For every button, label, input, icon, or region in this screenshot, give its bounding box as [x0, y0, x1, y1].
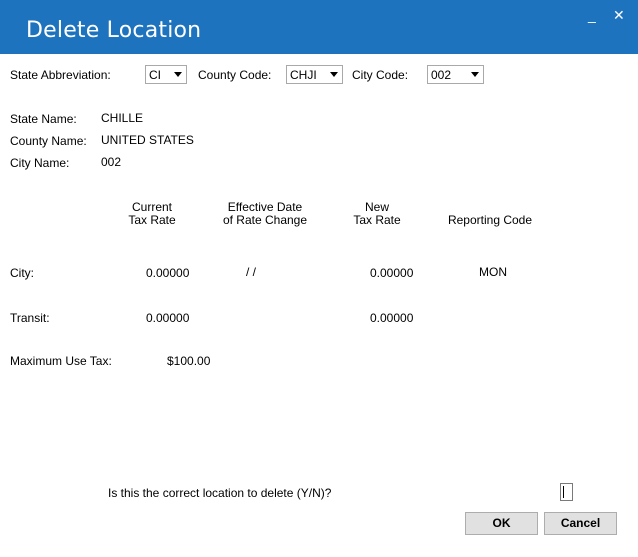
- effective-date-header-line1: Effective Date: [227, 200, 303, 214]
- cancel-button[interactable]: Cancel: [544, 512, 617, 535]
- confirmation-answer-input[interactable]: [560, 483, 573, 501]
- city-code-label: City Code:: [352, 68, 409, 82]
- ok-button[interactable]: OK: [465, 512, 538, 535]
- dialog-title: Delete Location: [26, 18, 202, 43]
- county-code-value: CHJI: [290, 68, 317, 82]
- county-name-label: County Name:: [10, 134, 87, 148]
- close-icon[interactable]: ✕: [613, 8, 625, 22]
- state-abbreviation-select[interactable]: CI: [145, 65, 187, 84]
- title-bar: Delete Location _ ✕: [0, 0, 638, 54]
- state-abbreviation-value: CI: [149, 68, 161, 82]
- city-row-label: City:: [10, 266, 34, 280]
- text-caret: [563, 486, 564, 498]
- state-name-label: State Name:: [10, 112, 77, 126]
- city-name-value: 002: [101, 155, 122, 169]
- new-rate-header-line2: Tax Rate: [353, 213, 401, 227]
- city-code-value: 002: [431, 68, 452, 82]
- delete-confirmation-question: Is this the correct location to delete (…: [108, 486, 332, 500]
- city-code-select[interactable]: 002: [427, 65, 484, 84]
- maximum-use-tax-label: Maximum Use Tax:: [10, 354, 112, 368]
- maximum-use-tax-value: $100.00: [167, 354, 211, 368]
- county-code-label: County Code:: [198, 68, 272, 82]
- county-name-value: UNITED STATES: [101, 133, 194, 147]
- city-current-rate: 0.00000: [146, 266, 190, 280]
- county-code-select[interactable]: CHJI: [286, 65, 343, 84]
- city-reporting-code: MON: [479, 265, 507, 279]
- city-new-rate: 0.00000: [370, 266, 414, 280]
- city-name-label: City Name:: [10, 156, 70, 170]
- new-rate-header-line1: New: [364, 200, 389, 214]
- current-rate-header-line2: Tax Rate: [128, 213, 176, 227]
- chevron-down-icon: [174, 72, 182, 77]
- city-effective-date: / /: [246, 265, 257, 279]
- transit-new-rate: 0.00000: [370, 311, 414, 325]
- effective-date-header-line2: of Rate Change: [222, 213, 308, 227]
- chevron-down-icon: [330, 72, 338, 77]
- transit-row-label: Transit:: [10, 311, 50, 325]
- state-abbreviation-label: State Abbreviation:: [10, 68, 111, 82]
- current-rate-header-line1: Current: [131, 200, 172, 214]
- reporting-code-header: Reporting Code: [447, 213, 533, 227]
- chevron-down-icon: [471, 72, 479, 77]
- state-name-value: CHILLE: [101, 111, 144, 125]
- transit-current-rate: 0.00000: [146, 311, 190, 325]
- minimize-icon[interactable]: _: [588, 8, 596, 22]
